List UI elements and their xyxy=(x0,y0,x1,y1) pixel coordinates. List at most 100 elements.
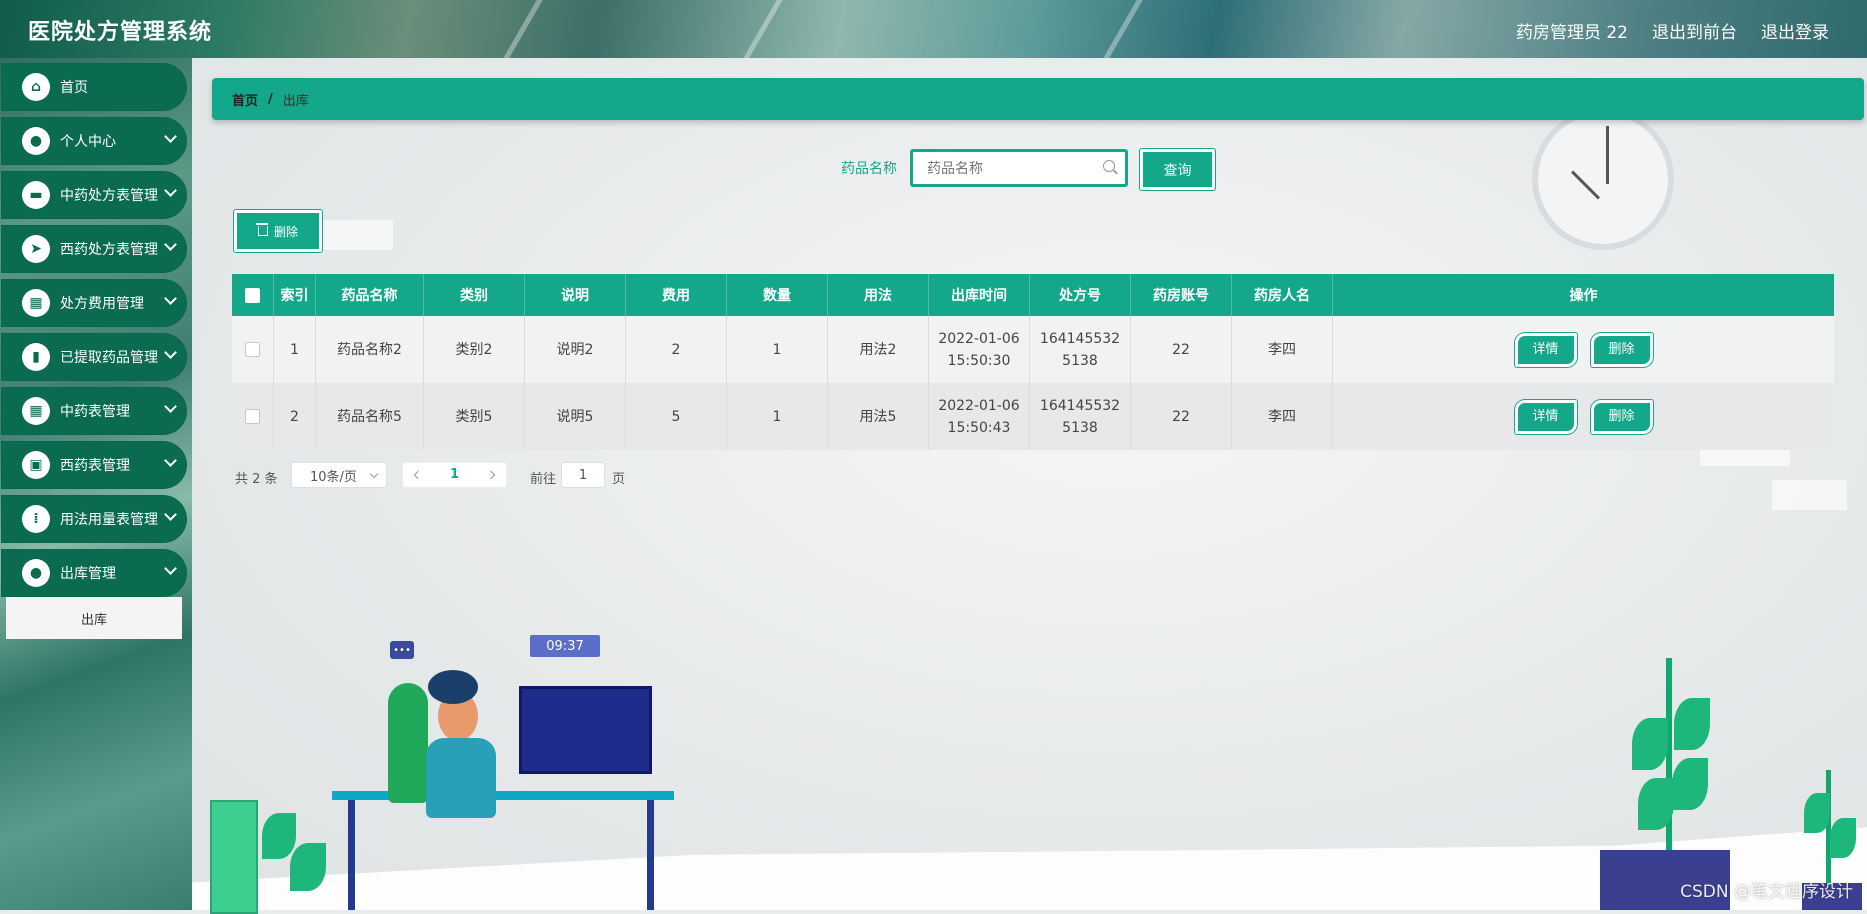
trash-icon xyxy=(255,223,268,236)
briefcase-icon: ▣ xyxy=(22,451,50,479)
cell-actions: 详情 删除 xyxy=(1333,316,1834,383)
breadcrumb: 首页 / 出库 xyxy=(212,78,1864,120)
sidebar-item-prescription-fee[interactable]: ▦ 处方费用管理 xyxy=(1,279,187,327)
sidebar-item-chinese-prescription[interactable]: ▬ 中药处方表管理 xyxy=(1,171,187,219)
decorative-rect xyxy=(318,220,393,250)
query-button[interactable]: 查询 xyxy=(1140,149,1215,190)
cell-pharmacy-account: 22 xyxy=(1131,383,1232,450)
top-header: 医院处方管理系统 药房管理员 22 退出到前台 退出登录 xyxy=(0,0,1867,58)
time-badge: 09:37 xyxy=(530,635,600,657)
breadcrumb-current: 出库 xyxy=(282,93,309,109)
cell-quantity: 1 xyxy=(727,383,828,450)
sidebar-item-label: 已提取药品管理 xyxy=(60,350,158,366)
pager: 1 xyxy=(402,462,507,488)
cell-note: 说明2 xyxy=(525,316,626,383)
page-suffix-label: 页 xyxy=(612,472,626,487)
search-field[interactable] xyxy=(910,149,1128,187)
chevron-down-icon xyxy=(164,454,177,467)
delete-button[interactable]: 删除 xyxy=(1590,332,1653,367)
column-header[interactable]: 出库时间 xyxy=(929,274,1030,316)
cell-pharmacy-account: 22 xyxy=(1131,316,1232,383)
sidebar-item-chinese-medicine[interactable]: ▦ 中药表管理 xyxy=(1,387,187,435)
column-header[interactable]: 药房账号 xyxy=(1131,274,1232,316)
cell-usage: 用法5 xyxy=(828,383,929,450)
cell-fee: 5 xyxy=(626,383,727,450)
plant-stem xyxy=(1666,658,1672,858)
batch-delete-button[interactable]: 删除 xyxy=(234,210,322,252)
leaf-illustration xyxy=(1830,818,1856,858)
prev-page-icon[interactable] xyxy=(413,470,423,480)
desk-illustration xyxy=(332,791,674,800)
sidebar: ⌂ 首页 ● 个人中心 ▬ 中药处方表管理 ➤ 西药处方表管理 ▦ 处方费用管理… xyxy=(0,58,192,910)
goto-label: 前往 xyxy=(530,472,557,487)
batch-delete-label: 删除 xyxy=(273,224,298,239)
sidebar-item-western-prescription[interactable]: ➤ 西药处方表管理 xyxy=(1,225,187,273)
sidebar-item-home[interactable]: ⌂ 首页 xyxy=(1,63,187,111)
column-header[interactable]: 数量 xyxy=(727,274,828,316)
column-header[interactable]: 类别 xyxy=(424,274,525,316)
column-header[interactable]: 费用 xyxy=(626,274,727,316)
sidebar-item-label: 首页 xyxy=(60,80,88,96)
goto-page-input[interactable]: 1 xyxy=(561,462,605,488)
row-checkbox[interactable] xyxy=(245,409,260,424)
back-to-front-link[interactable]: 退出到前台 xyxy=(1652,18,1737,43)
column-header[interactable]: 药品名称 xyxy=(316,274,424,316)
column-header[interactable]: 处方号 xyxy=(1030,274,1131,316)
header-decoration xyxy=(503,0,543,58)
sidebar-item-western-medicine[interactable]: ▣ 西药表管理 xyxy=(1,441,187,489)
home-icon: ⌂ xyxy=(22,73,50,101)
decorative-rect xyxy=(1772,480,1847,510)
grid-icon: ▦ xyxy=(22,397,50,425)
chevron-down-icon xyxy=(164,562,177,575)
chevron-down-icon xyxy=(164,184,177,197)
logout-link[interactable]: 退出登录 xyxy=(1761,18,1829,43)
cell-usage: 用法2 xyxy=(828,316,929,383)
breadcrumb-separator: / xyxy=(268,91,273,107)
sidebar-item-extracted-drugs[interactable]: ▮ 已提取药品管理 xyxy=(1,333,187,381)
row-select-cell xyxy=(232,383,274,450)
header-actions: 药房管理员 22 退出到前台 退出登录 xyxy=(1516,18,1829,43)
chevron-down-icon xyxy=(164,346,177,359)
detail-button[interactable]: 详情 xyxy=(1514,332,1577,367)
sidebar-item-usage-dosage[interactable]: ⁞ 用法用量表管理 xyxy=(1,495,187,543)
sidebar-item-label: 个人中心 xyxy=(60,134,116,150)
delete-button[interactable]: 删除 xyxy=(1590,399,1653,434)
page-size-value: 10条/页 xyxy=(310,469,357,485)
cell-prescription-no: 1641455325138 xyxy=(1030,383,1131,450)
sidebar-item-label: 用法用量表管理 xyxy=(60,512,158,528)
current-page-number[interactable]: 1 xyxy=(450,467,459,482)
column-header[interactable]: 药房人名 xyxy=(1232,274,1333,316)
column-header[interactable]: 索引 xyxy=(274,274,316,316)
current-user-label: 药房管理员 22 xyxy=(1515,23,1628,43)
sidebar-item-label: 西药处方表管理 xyxy=(60,242,158,258)
chevron-down-icon xyxy=(164,130,177,143)
leaf-illustration xyxy=(262,813,296,859)
chevron-down-icon xyxy=(164,238,177,251)
sidebar-item-outbound[interactable]: ● 出库管理 xyxy=(1,549,187,597)
column-header[interactable]: 用法 xyxy=(828,274,929,316)
page-size-select[interactable]: 10条/页 xyxy=(291,462,387,488)
cell-quantity: 1 xyxy=(727,316,828,383)
cell-index: 1 xyxy=(274,316,316,383)
search-input[interactable] xyxy=(925,154,1099,184)
clock-illustration xyxy=(1532,108,1674,250)
row-checkbox[interactable] xyxy=(245,342,260,357)
sidebar-subitem-outbound[interactable]: 出库 xyxy=(6,597,182,639)
table-row: 1 药品名称2 类别2 说明2 2 1 用法2 2022-01-06 15:50… xyxy=(232,316,1834,383)
header-decoration xyxy=(1103,0,1143,58)
monitor-icon: ▬ xyxy=(22,181,50,209)
next-page-icon[interactable] xyxy=(486,470,496,480)
leaf-illustration xyxy=(1638,778,1674,830)
cell-drug-name: 药品名称2 xyxy=(316,316,424,383)
cell-pharmacy-person: 李四 xyxy=(1232,316,1333,383)
sidebar-item-label: 中药表管理 xyxy=(60,404,130,420)
column-header[interactable]: 说明 xyxy=(525,274,626,316)
main-content: ••• 09:37 首页 / 出库 药品名称 查询 删除 索引 药品名称 类别 xyxy=(192,58,1867,914)
sidebar-item-personal-center[interactable]: ● 个人中心 xyxy=(1,117,187,165)
detail-button[interactable]: 详情 xyxy=(1514,399,1577,434)
breadcrumb-home[interactable]: 首页 xyxy=(232,90,258,109)
select-all-checkbox[interactable] xyxy=(245,287,260,303)
chevron-down-icon xyxy=(164,292,177,305)
leaf-illustration xyxy=(1672,758,1708,810)
desk-leg xyxy=(647,800,654,910)
